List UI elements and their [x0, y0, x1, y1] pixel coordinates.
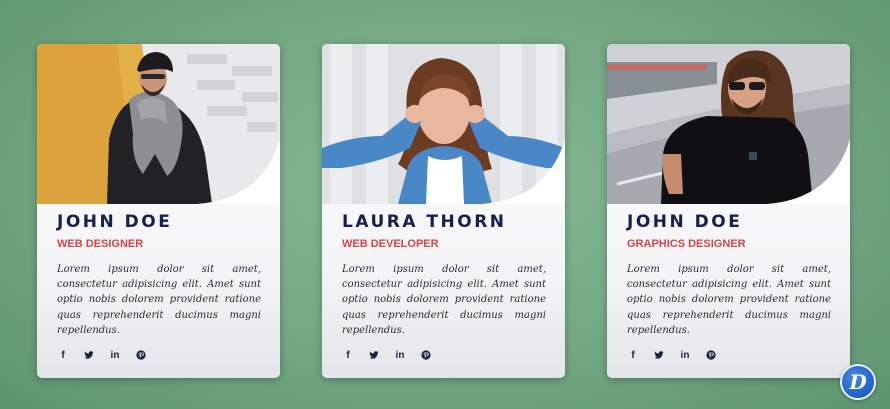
team-card: LAURA THORN WEB DEVELOPER Lorem ipsum do…	[322, 44, 565, 378]
photo-man-with-scarf	[37, 44, 280, 204]
facebook-icon[interactable]: f	[342, 349, 354, 361]
twitter-icon[interactable]	[653, 349, 665, 361]
team-card: JOHN DOE WEB DESIGNER Lorem ipsum dolor …	[37, 44, 280, 378]
facebook-icon[interactable]: f	[57, 349, 69, 361]
linkedin-icon[interactable]: in	[394, 349, 406, 361]
twitter-icon[interactable]	[368, 349, 380, 361]
team-card: JOHN DOE GRAPHICS DESIGNER Lorem ipsum d…	[607, 44, 850, 378]
team-card-photo	[37, 44, 280, 204]
team-card-photo	[607, 44, 850, 204]
member-description: Lorem ipsum dolor sit amet, consectetur …	[57, 264, 261, 336]
member-role: WEB DEVELOPER	[342, 238, 439, 250]
member-description: Lorem ipsum dolor sit amet, consectetur …	[342, 264, 546, 336]
team-cards: JOHN DOE WEB DESIGNER Lorem ipsum dolor …	[37, 44, 850, 378]
social-links: f in	[342, 348, 546, 362]
member-role: GRAPHICS DESIGNER	[627, 238, 746, 250]
facebook-icon[interactable]: f	[627, 349, 639, 361]
member-name: JOHN DOE	[57, 212, 173, 232]
social-links: f in	[57, 348, 261, 362]
team-card-body: JOHN DOE WEB DESIGNER Lorem ipsum dolor …	[37, 204, 280, 362]
linkedin-icon[interactable]: in	[109, 349, 121, 361]
member-name: JOHN DOE	[627, 212, 743, 232]
social-links: f in	[627, 348, 831, 362]
photo-man-with-sunglasses	[607, 44, 850, 204]
channel-logo-letter: D	[849, 370, 867, 394]
pinterest-icon[interactable]	[135, 349, 147, 361]
member-description: Lorem ipsum dolor sit amet, consectetur …	[627, 264, 831, 336]
channel-logo-icon: D	[840, 364, 876, 400]
twitter-icon[interactable]	[83, 349, 95, 361]
team-card-body: JOHN DOE GRAPHICS DESIGNER Lorem ipsum d…	[607, 204, 850, 362]
pinterest-icon[interactable]	[705, 349, 717, 361]
photo-woman-peace-sign	[322, 44, 565, 204]
linkedin-icon[interactable]: in	[679, 349, 691, 361]
member-name: LAURA THORN	[342, 212, 507, 232]
pinterest-icon[interactable]	[420, 349, 432, 361]
team-card-body: LAURA THORN WEB DEVELOPER Lorem ipsum do…	[322, 204, 565, 362]
team-card-photo	[322, 44, 565, 204]
member-role: WEB DESIGNER	[57, 238, 144, 250]
